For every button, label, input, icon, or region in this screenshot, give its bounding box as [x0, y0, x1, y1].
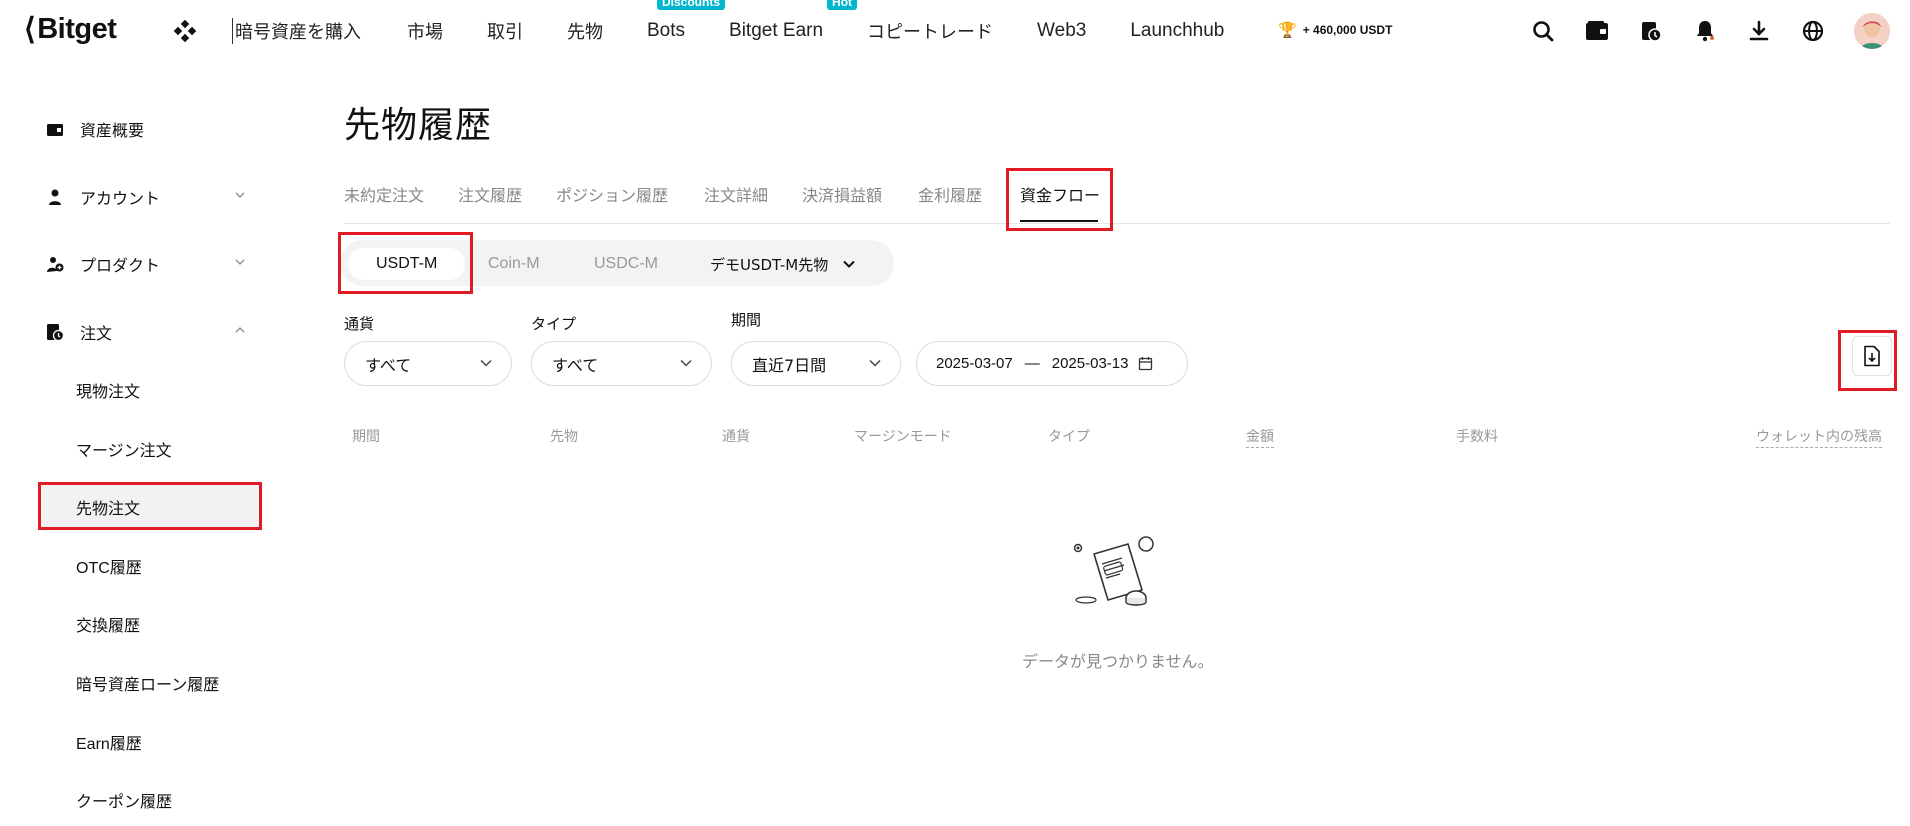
- column-header-fee: 手数料: [1456, 429, 1498, 445]
- column-header-amount[interactable]: 金額: [1246, 426, 1274, 448]
- bitget-logo[interactable]: ⟨ Bitget: [24, 12, 117, 47]
- column-header-period: 期間: [352, 429, 380, 445]
- sidebar-item-label: プロダクト: [80, 256, 161, 275]
- segment-demo-label: デモUSDT-M先物: [710, 255, 829, 274]
- currency-select[interactable]: すべて: [344, 341, 512, 386]
- period-select[interactable]: 直近7日間: [731, 341, 901, 386]
- tab-position-history[interactable]: ポジション履歴: [556, 182, 668, 206]
- empty-state-icon: [1074, 536, 1154, 606]
- chevron-down-icon: [235, 192, 245, 198]
- bell-icon[interactable]: [1692, 18, 1718, 44]
- chevron-down-icon: [680, 359, 692, 367]
- chevron-up-icon: [235, 327, 245, 333]
- page-title: 先物履歴: [344, 105, 493, 146]
- nav-launchhub[interactable]: Launchhub: [1130, 20, 1224, 42]
- bitget-logo-mark-icon: ⟨: [24, 13, 36, 46]
- type-select-value: すべて: [552, 355, 599, 375]
- nav-bots[interactable]: Bots Discounts: [647, 0, 726, 42]
- export-highlight-box: [1838, 330, 1897, 391]
- tab-order-history[interactable]: 注文履歴: [458, 182, 522, 206]
- nav-futures[interactable]: 先物: [567, 18, 603, 44]
- sidebar-subitem-otc-history[interactable]: OTC履歴: [76, 554, 142, 578]
- nav-bitget-earn[interactable]: Bitget Earn Hot: [729, 0, 858, 42]
- main-nav: 暗号資産を購入 市場 取引 先物 Bots Discounts Bitget E…: [232, 0, 1268, 62]
- nav-web3[interactable]: Web3: [1037, 20, 1086, 42]
- sidebar-subitem-convert-history[interactable]: 交換履歴: [76, 612, 140, 636]
- search-icon[interactable]: [1530, 18, 1556, 44]
- avatar[interactable]: [1854, 13, 1890, 49]
- sidebar-subitem-earn-history[interactable]: Earn履歴: [76, 730, 142, 754]
- nav-markets[interactable]: 市場: [407, 18, 443, 44]
- nav-buy-crypto[interactable]: 暗号資産を購入: [232, 18, 361, 44]
- sidebar-item-assets[interactable]: 資産概要: [46, 117, 246, 141]
- date-to[interactable]: 2025-03-13: [1052, 355, 1129, 372]
- apps-grid-icon[interactable]: [174, 20, 196, 42]
- wallet-icon: [47, 124, 63, 136]
- sidebar-item-label: 注文: [80, 324, 113, 343]
- nav-bots-label: Bots: [647, 20, 686, 41]
- reward-promo[interactable]: 🏆 + 460,000 USDT: [1278, 21, 1392, 39]
- calendar-icon[interactable]: [1138, 356, 1153, 371]
- tab-highlight-box: [1006, 168, 1113, 231]
- tab-open-orders[interactable]: 未約定注文: [344, 182, 424, 206]
- type-select[interactable]: すべて: [531, 341, 712, 386]
- person-icon: [49, 189, 61, 205]
- download-icon[interactable]: [1746, 18, 1772, 44]
- chevron-down-icon: [235, 259, 245, 265]
- nav-copy-trade[interactable]: コピートレード: [867, 18, 993, 44]
- orders-icon[interactable]: [1638, 18, 1664, 44]
- sidebar-item-products[interactable]: プロダクト: [46, 252, 246, 276]
- top-navigation: ⟨ Bitget 暗号資産を購入 市場 取引 先物 Bots Discounts…: [0, 0, 1910, 62]
- sidebar-subitem-spot-orders[interactable]: 現物注文: [76, 378, 140, 402]
- bitget-logo-text: Bitget: [37, 13, 117, 45]
- sidebar-selected-highlight: [38, 482, 262, 530]
- sidebar-subitem-coupon-history[interactable]: クーポン履歴: [76, 788, 172, 812]
- trophy-icon: 🏆: [1278, 22, 1297, 39]
- period-select-value: 直近7日間: [752, 355, 827, 375]
- tab-order-details[interactable]: 注文詳細: [704, 182, 768, 206]
- sidebar-subitem-futures-orders[interactable]: 先物注文: [76, 495, 140, 519]
- date-range-picker[interactable]: 2025-03-07 — 2025-03-13: [916, 341, 1188, 386]
- sidebar-item-account[interactable]: アカウント: [46, 185, 246, 209]
- chevron-down-icon: [843, 260, 855, 268]
- date-from[interactable]: 2025-03-07: [936, 355, 1013, 372]
- product-icon: [47, 257, 64, 272]
- column-header-currency: 通貨: [722, 429, 750, 445]
- sidebar-subitem-crypto-loan-history[interactable]: 暗号資産ローン履歴: [76, 671, 219, 695]
- column-header-futures: 先物: [550, 429, 578, 445]
- segment-coin-m[interactable]: Coin-M: [488, 248, 540, 280]
- history-tabs: 未約定注文 注文履歴 ポジション履歴 注文詳細 決済損益額 金利履歴 資金フロー: [344, 182, 1890, 224]
- nav-icon-group: [1530, 0, 1910, 62]
- segment-highlight-box: [338, 232, 473, 294]
- type-filter-label: タイプ: [531, 315, 577, 333]
- currency-select-value: すべて: [365, 355, 412, 375]
- currency-filter-label: 通貨: [344, 315, 375, 333]
- orders-icon: [47, 324, 64, 341]
- segment-demo-usdt-m[interactable]: デモUSDT-M先物: [710, 248, 856, 280]
- period-filter-label: 期間: [731, 311, 762, 329]
- chevron-down-icon: [869, 359, 881, 367]
- tab-realized-pnl[interactable]: 決済損益額: [802, 182, 882, 206]
- sidebar-item-label: アカウント: [80, 189, 161, 208]
- nav-trade[interactable]: 取引: [487, 18, 523, 44]
- tab-funding-history[interactable]: 金利履歴: [918, 182, 982, 206]
- empty-state-message: データが見つかりません。: [1022, 652, 1214, 671]
- wallet-icon[interactable]: [1584, 18, 1610, 44]
- column-header-type: タイプ: [1048, 429, 1090, 445]
- segment-usdc-m[interactable]: USDC-M: [594, 248, 658, 280]
- sidebar-item-label: 資産概要: [80, 121, 145, 140]
- sidebar-item-orders[interactable]: 注文: [46, 320, 246, 344]
- date-separator: —: [1024, 355, 1040, 372]
- chevron-down-icon: [480, 359, 492, 367]
- hot-badge: Hot: [827, 0, 858, 10]
- sidebar-subitem-margin-orders[interactable]: マージン注文: [76, 437, 172, 461]
- column-header-wallet-balance[interactable]: ウォレット内の残高: [1756, 426, 1882, 448]
- column-header-margin-mode: マージンモード: [854, 429, 952, 445]
- reward-amount: + 460,000 USDT: [1302, 23, 1393, 37]
- nav-bitget-earn-label: Bitget Earn: [729, 20, 824, 41]
- globe-icon[interactable]: [1800, 18, 1826, 44]
- discounts-badge: Discounts: [657, 0, 726, 10]
